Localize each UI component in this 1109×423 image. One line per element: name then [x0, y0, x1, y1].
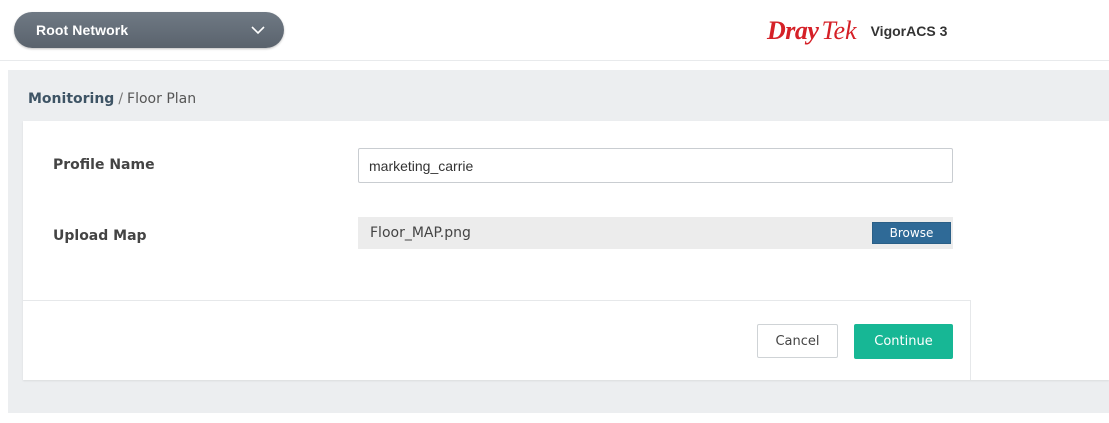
- breadcrumb-page: Floor Plan: [127, 91, 197, 107]
- logo-primary-text: Dray: [767, 16, 819, 45]
- chevron-down-icon: [250, 22, 266, 38]
- profile-name-label: Profile Name: [53, 157, 155, 173]
- continue-button[interactable]: Continue: [854, 324, 953, 359]
- floor-plan-form-card: Profile Name Upload Map Floor_MAP.png Br…: [23, 121, 1109, 380]
- cancel-button[interactable]: Cancel: [757, 324, 838, 358]
- logo-secondary-text: Tek: [821, 16, 857, 45]
- draytek-logo: Dray Tek: [767, 18, 857, 44]
- breadcrumb-separator: /: [118, 91, 124, 107]
- upload-map-field[interactable]: Floor_MAP.png Browse: [358, 217, 953, 249]
- product-name: VigorACS 3: [870, 23, 948, 39]
- browse-button[interactable]: Browse: [872, 222, 951, 244]
- network-selector[interactable]: Root Network: [14, 12, 284, 48]
- profile-name-input[interactable]: [358, 148, 953, 183]
- upload-map-label: Upload Map: [53, 228, 147, 244]
- content-area: Monitoring/Floor Plan Profile Name Uploa…: [8, 70, 1109, 413]
- breadcrumb: Monitoring / Floor Plan: [28, 91, 196, 107]
- network-selector-value: Root Network: [36, 22, 129, 38]
- upload-file-name: Floor_MAP.png: [370, 225, 471, 241]
- footer-vertical-divider: [970, 300, 971, 380]
- brand: Dray Tek VigorACS 3: [767, 14, 947, 48]
- breadcrumb-section[interactable]: Monitoring: [28, 91, 114, 107]
- footer-divider: [23, 300, 970, 301]
- top-bar: Root Network Dray Tek VigorACS 3: [0, 0, 1109, 61]
